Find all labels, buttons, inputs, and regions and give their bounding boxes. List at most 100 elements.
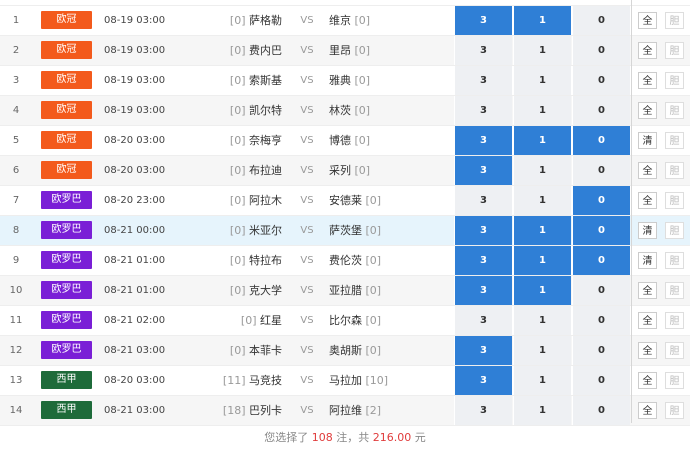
banker-button[interactable]: 胆 [665,102,684,119]
odds-loss-button[interactable]: 0 [572,306,630,335]
league-badge: 欧罗巴 [41,341,92,359]
odds-loss-button[interactable]: 0 [572,156,630,185]
select-all-button[interactable]: 全 [638,12,657,29]
home-team: [0] 萨格勒 [180,6,282,35]
odds-loss-button[interactable]: 0 [572,276,630,305]
row-number: 7 [12,195,20,206]
home-team-name: 费内巴 [249,44,282,57]
select-all-button[interactable]: 全 [638,72,657,89]
league-badge: 欧罗巴 [41,191,92,209]
away-team-name: 萨茨堡 [329,224,362,237]
row-number: 6 [12,165,20,176]
row-number: 2 [12,45,20,56]
odds-loss-button[interactable]: 0 [572,396,630,425]
odds-loss-button[interactable]: 0 [572,96,630,125]
banker-button[interactable]: 胆 [665,162,684,179]
odds-win-button[interactable]: 3 [454,66,512,95]
odds-win-button[interactable]: 3 [454,306,512,335]
select-all-button[interactable]: 全 [638,312,657,329]
away-rank: [0] [354,104,371,117]
vs-label: VS [300,225,314,236]
odds-loss-button[interactable]: 0 [572,216,630,245]
odds-draw-button[interactable]: 1 [513,156,571,185]
odds-draw-button[interactable]: 1 [513,336,571,365]
odds-win-button[interactable]: 3 [454,126,512,155]
odds-win-button[interactable]: 3 [454,156,512,185]
odds-draw-button[interactable]: 1 [513,66,571,95]
league-badge: 欧罗巴 [41,251,92,269]
odds-loss-button[interactable]: 0 [572,66,630,95]
odds-draw-button[interactable]: 1 [513,186,571,215]
odds-win-button[interactable]: 3 [454,276,512,305]
odds-win-button[interactable]: 3 [454,216,512,245]
select-all-button[interactable]: 全 [638,102,657,119]
home-team: [0] 费内巴 [180,36,282,65]
select-all-button[interactable]: 全 [638,162,657,179]
banker-button[interactable]: 胆 [665,12,684,29]
odds-loss-button[interactable]: 0 [572,186,630,215]
select-all-button[interactable]: 全 [638,192,657,209]
home-rank: [18] [222,404,246,417]
away-team: 萨茨堡 [0] [329,216,449,245]
odds-draw-button[interactable]: 1 [513,396,571,425]
odds-win-button[interactable]: 3 [454,396,512,425]
odds-loss-button[interactable]: 0 [572,246,630,275]
home-team-name: 索斯基 [249,74,282,87]
odds-win-button[interactable]: 3 [454,36,512,65]
banker-button[interactable]: 胆 [665,282,684,299]
away-team-name: 费伦茨 [329,254,362,267]
odds-win-button[interactable]: 3 [454,6,512,35]
banker-button[interactable]: 胆 [665,72,684,89]
odds-win-button[interactable]: 3 [454,336,512,365]
odds-draw-button[interactable]: 1 [513,216,571,245]
banker-button[interactable]: 胆 [665,222,684,239]
match-time: 08-20 03:00 [104,375,166,386]
banker-button[interactable]: 胆 [665,252,684,269]
league-badge: 欧冠 [41,41,92,59]
select-all-button[interactable]: 全 [638,282,657,299]
banker-button[interactable]: 胆 [665,312,684,329]
league-badge: 欧冠 [41,131,92,149]
banker-button[interactable]: 胆 [665,342,684,359]
odds-draw-button[interactable]: 1 [513,366,571,395]
odds-draw-button[interactable]: 1 [513,6,571,35]
away-rank: [0] [365,344,382,357]
select-all-button[interactable]: 清 [638,222,657,239]
select-all-button[interactable]: 全 [638,402,657,419]
away-team-name: 阿拉维 [329,404,362,417]
banker-button[interactable]: 胆 [665,372,684,389]
odds-win-button[interactable]: 3 [454,366,512,395]
select-all-button[interactable]: 清 [638,252,657,269]
odds-win-button[interactable]: 3 [454,186,512,215]
odds-draw-button[interactable]: 1 [513,36,571,65]
odds-draw-button[interactable]: 1 [513,276,571,305]
banker-button[interactable]: 胆 [665,42,684,59]
match-time: 08-21 01:00 [104,285,166,296]
odds-win-button[interactable]: 3 [454,96,512,125]
odds-draw-button[interactable]: 1 [513,306,571,335]
banker-button[interactable]: 胆 [665,192,684,209]
vs-label: VS [300,285,314,296]
home-team: [0] 特拉布 [180,246,282,275]
odds-loss-button[interactable]: 0 [572,366,630,395]
away-team-name: 安德莱 [329,194,362,207]
odds-loss-button[interactable]: 0 [572,336,630,365]
select-all-button[interactable]: 清 [638,132,657,149]
match-time: 08-20 03:00 [104,135,166,146]
select-all-button[interactable]: 全 [638,342,657,359]
vs-label: VS [300,375,314,386]
odds-draw-button[interactable]: 1 [513,126,571,155]
odds-loss-button[interactable]: 0 [572,6,630,35]
banker-button[interactable]: 胆 [665,402,684,419]
select-all-button[interactable]: 全 [638,42,657,59]
odds-loss-button[interactable]: 0 [572,36,630,65]
away-team: 亚拉腊 [0] [329,276,449,305]
away-team-name: 马拉加 [329,374,362,387]
home-team-name: 巴列卡 [249,404,282,417]
odds-win-button[interactable]: 3 [454,246,512,275]
select-all-button[interactable]: 全 [638,372,657,389]
odds-draw-button[interactable]: 1 [513,96,571,125]
odds-loss-button[interactable]: 0 [572,126,630,155]
banker-button[interactable]: 胆 [665,132,684,149]
odds-draw-button[interactable]: 1 [513,246,571,275]
